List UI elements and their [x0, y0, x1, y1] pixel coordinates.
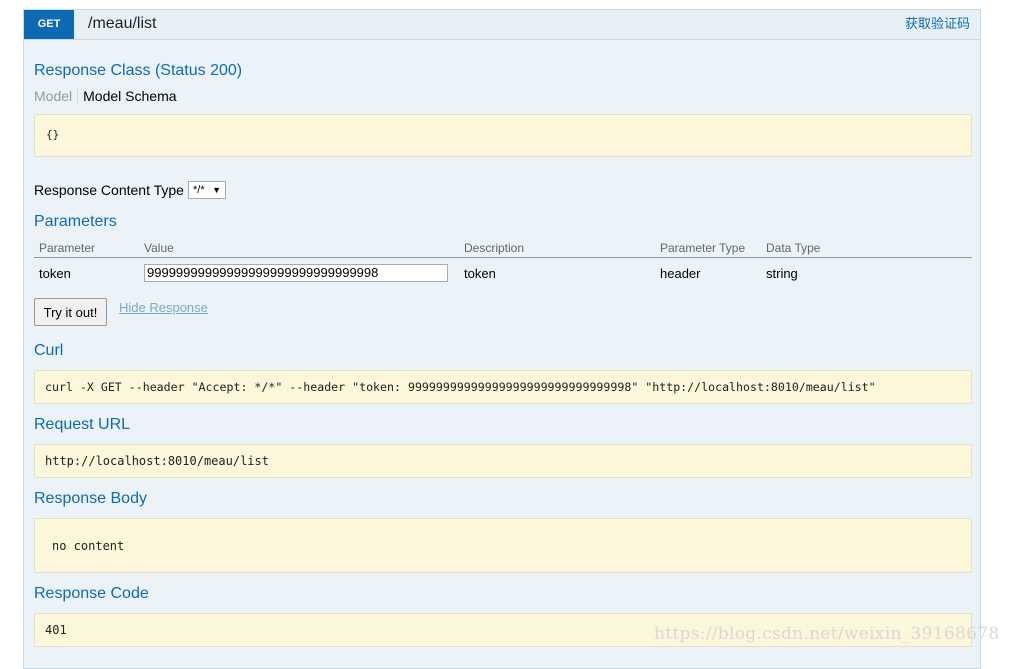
- param-type: header: [660, 265, 701, 281]
- curl-box: curl -X GET --header "Accept: */*" --hea…: [34, 370, 972, 404]
- parameters-table: Parameter Value Description Parameter Ty…: [34, 238, 972, 288]
- request-url-box: http://localhost:8010/meau/list: [34, 444, 972, 478]
- column-header: Parameter: [34, 238, 139, 258]
- response-body-box: no content: [34, 518, 972, 573]
- response-class-heading: Response Class (Status 200): [34, 62, 243, 79]
- tab-model[interactable]: Model: [34, 88, 79, 104]
- parameters-header-row: Parameter Value Description Parameter Ty…: [34, 238, 972, 258]
- column-header: Parameter Type: [655, 238, 761, 258]
- request-url-value: http://localhost:8010/meau/list: [45, 454, 269, 468]
- token-input[interactable]: [144, 264, 448, 282]
- dropdown-arrow-icon: ▼: [212, 185, 221, 195]
- operation-path[interactable]: /meau/list: [88, 10, 156, 38]
- column-header: Data Type: [761, 238, 972, 258]
- http-method-badge[interactable]: GET: [24, 10, 74, 39]
- param-value-cell: [139, 258, 459, 289]
- response-content-type-select[interactable]: */* ▼: [188, 181, 226, 199]
- operation-panel: GET /meau/list 获取验证码 Response Class (Sta…: [23, 9, 981, 669]
- param-data-type: string: [766, 265, 798, 281]
- request-url-heading: Request URL: [34, 416, 131, 433]
- operation-heading[interactable]: GET /meau/list 获取验证码: [24, 10, 980, 40]
- parameters-heading: Parameters: [34, 213, 117, 230]
- model-schema-box: {}: [34, 114, 972, 157]
- curl-heading: Curl: [34, 342, 64, 359]
- model-schema-text: {}: [46, 128, 60, 141]
- column-header: Value: [139, 238, 459, 258]
- response-content-type-label: Response Content Type: [34, 182, 184, 198]
- table-row: token token header string: [34, 258, 972, 289]
- content-type-value: */*: [193, 184, 205, 196]
- watermark: https://blog.csdn.net/weixin_39168678: [654, 624, 1000, 644]
- response-code-heading: Response Code: [34, 585, 149, 602]
- response-body-value: no content: [52, 539, 125, 553]
- hide-response-link[interactable]: Hide Response: [119, 300, 208, 315]
- column-header: Description: [459, 238, 655, 258]
- model-tabs: Model Model Schema: [34, 88, 177, 104]
- param-description: token: [464, 265, 496, 281]
- tab-model-schema[interactable]: Model Schema: [78, 88, 176, 104]
- operation-summary[interactable]: 获取验证码: [905, 10, 970, 37]
- response-code-value: 401: [45, 623, 67, 637]
- response-body-heading: Response Body: [34, 490, 147, 507]
- curl-command: curl -X GET --header "Accept: */*" --hea…: [45, 380, 876, 394]
- try-it-out-button[interactable]: Try it out!: [34, 298, 107, 326]
- param-name: token: [39, 265, 71, 281]
